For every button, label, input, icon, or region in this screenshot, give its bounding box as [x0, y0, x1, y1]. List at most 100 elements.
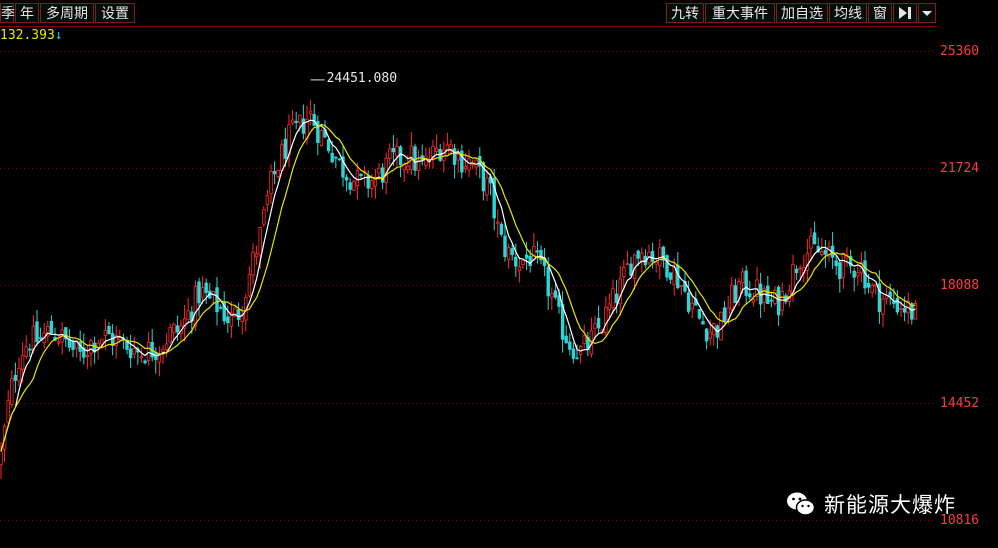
candle: [10, 370, 14, 408]
candle: [409, 132, 414, 175]
candle-body: [769, 299, 774, 302]
candle: [668, 272, 673, 284]
candle-body: [71, 341, 75, 350]
candle-body: [110, 333, 115, 346]
candle-body: [35, 321, 39, 342]
candle-body: [888, 291, 892, 298]
candle-body: [17, 367, 21, 382]
candle: [722, 300, 727, 324]
candle: [564, 325, 568, 344]
candle: [535, 241, 540, 264]
candle: [470, 159, 475, 169]
candle-body: [308, 110, 313, 115]
candle: [380, 163, 385, 189]
candle: [17, 357, 21, 387]
candle: [715, 324, 720, 349]
candle-body: [895, 297, 900, 313]
candle: [571, 342, 576, 364]
candle-body: [85, 354, 90, 357]
max-price-label: 24451.080: [326, 70, 398, 86]
candle: [125, 336, 129, 355]
candle-body: [564, 335, 568, 344]
candle: [337, 158, 342, 162]
candle-body: [892, 301, 896, 304]
candle-body: [262, 209, 266, 225]
candlestick-chart: [0, 26, 936, 521]
candle-body: [820, 251, 824, 255]
candle: [431, 139, 435, 169]
candle: [247, 266, 252, 298]
candle-body: [838, 262, 842, 280]
candle: [748, 281, 752, 300]
candle-body: [841, 252, 846, 278]
candle-body: [442, 149, 446, 162]
candle: [629, 256, 633, 277]
candle: [359, 173, 363, 179]
candle-body: [650, 250, 655, 262]
candle-body: [218, 306, 223, 309]
candle: [823, 240, 828, 268]
candle-body: [337, 158, 342, 161]
candle: [38, 327, 43, 340]
candle-body: [388, 148, 392, 159]
candle: [341, 145, 345, 187]
candle: [794, 265, 799, 281]
candle: [881, 294, 885, 327]
y-tick-label: 18088: [940, 277, 980, 293]
candle: [150, 329, 154, 362]
candle-body: [269, 171, 273, 195]
candle: [697, 308, 702, 320]
candle-body: [834, 260, 838, 267]
candle: [280, 139, 284, 171]
candle-body: [24, 346, 28, 357]
candle: [517, 257, 522, 283]
candle: [506, 243, 511, 269]
candle: [352, 179, 356, 191]
candle-body: [730, 284, 734, 310]
candle: [89, 339, 93, 367]
candle: [287, 114, 291, 168]
candle-body: [247, 273, 252, 297]
candle-body: [290, 119, 295, 124]
candle-body: [668, 272, 673, 280]
candle-body: [686, 292, 691, 312]
candle: [348, 178, 352, 195]
candle: [60, 322, 64, 355]
candle: [870, 282, 874, 298]
candle: [172, 322, 176, 341]
candle: [499, 221, 504, 237]
candle-body: [499, 223, 504, 235]
candle: [766, 276, 770, 305]
candle-body: [575, 357, 579, 360]
candle-body: [355, 170, 360, 187]
candle-body: [294, 121, 298, 123]
candle-body: [658, 247, 662, 267]
candle-body: [791, 263, 795, 294]
candle-body: [452, 148, 457, 165]
candle-body: [280, 144, 284, 171]
candle: [139, 347, 144, 364]
candle: [301, 104, 306, 140]
y-tick-label: 25360: [940, 43, 980, 59]
candle-body: [524, 254, 529, 259]
candle-body: [514, 256, 518, 267]
candle: [496, 209, 500, 238]
candle: [830, 232, 835, 269]
candle-body: [344, 176, 349, 181]
candle: [802, 254, 806, 283]
candle-body: [215, 287, 219, 313]
candle: [334, 156, 338, 168]
candle: [773, 285, 777, 306]
candle-body: [272, 170, 277, 175]
candle: [373, 168, 378, 199]
candle-body: [535, 250, 540, 253]
candle: [265, 189, 270, 212]
candle-body: [852, 270, 856, 278]
candle-body: [719, 311, 723, 341]
candle-body: [776, 286, 781, 316]
candle: [326, 138, 331, 154]
candle-body: [186, 310, 190, 321]
candle: [733, 278, 738, 304]
candle-body: [10, 378, 14, 405]
candle-body: [506, 247, 511, 261]
